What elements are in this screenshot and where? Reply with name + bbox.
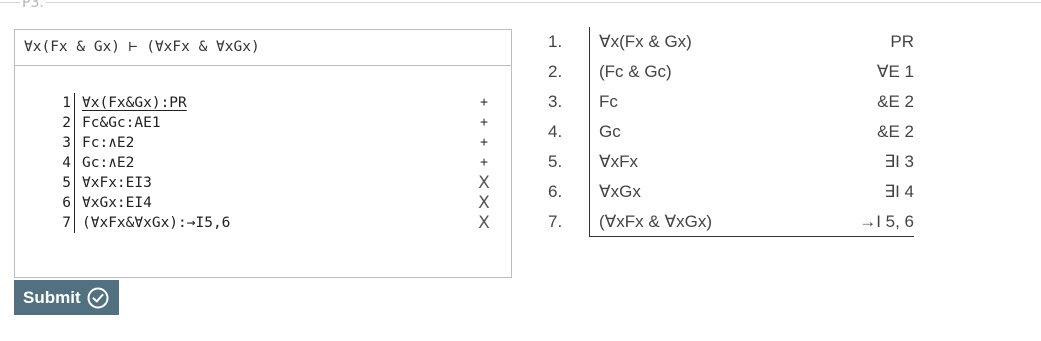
proof-bar <box>74 153 75 173</box>
proof-line[interactable]: 4 Gc:∧E2 + <box>15 153 511 173</box>
line-number: 2 <box>62 115 71 131</box>
rendered-line-number: 7. <box>548 212 563 231</box>
proof-bar <box>74 213 75 233</box>
proof-bar <box>74 113 75 133</box>
rendered-line-number: 5. <box>548 152 563 171</box>
line-number: 4 <box>62 155 71 171</box>
rendered-formula: Gc <box>599 122 621 141</box>
line-text[interactable]: ∀x(Fx&Gx):PR <box>82 93 187 113</box>
valid-mark-icon: + <box>480 155 488 170</box>
rendered-justification: ∀E 1 <box>876 62 914 81</box>
rendered-formula: ∀xFx <box>599 152 639 171</box>
valid-mark-icon: + <box>480 135 488 150</box>
proof-line[interactable]: 2 Fc&Gc:AE1 + <box>15 113 511 133</box>
proof-line[interactable]: 5 ∀xFx:EI3 X <box>15 173 511 193</box>
rendered-justification: &E 2 <box>877 92 914 111</box>
rendered-formula: (∀xFx & ∀xGx) <box>599 212 712 231</box>
rendered-formula: ∀x(Fx & Gx) <box>599 32 692 51</box>
rendered-line: 4. Gc &E 2 <box>540 117 920 147</box>
submit-button[interactable]: Submit <box>14 280 119 315</box>
rendered-formula: Fc <box>599 92 618 111</box>
line-text[interactable]: Fc&Gc:AE1 <box>82 113 161 133</box>
fieldset-border <box>0 2 1041 3</box>
rendered-line: 1. ∀x(Fx & Gx) PR <box>540 27 920 57</box>
line-text[interactable]: Gc:∧E2 <box>82 153 134 173</box>
line-text[interactable]: (∀xFx&∀xGx):→I5,6 <box>82 213 230 233</box>
submit-label: Submit <box>23 287 81 307</box>
check-circle-icon <box>87 287 109 309</box>
rendered-line: 7. (∀xFx & ∀xGx) →I 5, 6 <box>540 207 920 237</box>
rendered-line-number: 1. <box>548 32 563 51</box>
proof-bar <box>74 93 75 113</box>
problem-label: P3. <box>20 0 46 10</box>
rendered-formula: ∀xGx <box>599 182 641 201</box>
proof-line[interactable]: 6 ∀xGx:EI4 X <box>15 193 511 213</box>
rendered-justification: ∃I 3 <box>884 152 914 171</box>
rendered-line-number: 3. <box>548 92 563 111</box>
rendered-line-number: 2. <box>548 62 563 81</box>
valid-mark-icon: + <box>480 115 488 130</box>
line-number: 6 <box>62 195 71 211</box>
invalid-mark-icon: X <box>478 173 490 193</box>
invalid-mark-icon: X <box>478 193 490 213</box>
rendered-proof: 1. ∀x(Fx & Gx) PR 2. (Fc & Gc) ∀E 1 3. F… <box>540 27 920 237</box>
line-number: 7 <box>62 215 71 231</box>
rendered-line: 5. ∀xFx ∃I 3 <box>540 147 920 177</box>
line-text[interactable]: ∀xGx:EI4 <box>82 193 152 213</box>
rendered-line-number: 6. <box>548 182 563 201</box>
rendered-justification: →I 5, 6 <box>859 212 914 231</box>
rendered-line: 2. (Fc & Gc) ∀E 1 <box>540 57 920 87</box>
sequent-field[interactable]: ∀x(Fx & Gx) ⊢ (∀xFx & ∀xGx) <box>15 30 511 66</box>
proof-input[interactable]: 1 ∀x(Fx&Gx):PR + 2 Fc&Gc:AE1 + 3 Fc:∧E2 … <box>15 93 511 233</box>
proof-line[interactable]: 3 Fc:∧E2 + <box>15 133 511 153</box>
proof-editor[interactable]: ∀x(Fx & Gx) ⊢ (∀xFx & ∀xGx) 1 ∀x(Fx&Gx):… <box>14 29 512 278</box>
proof-line[interactable]: 7 (∀xFx&∀xGx):→I5,6 X <box>15 213 511 233</box>
invalid-mark-icon: X <box>478 213 490 233</box>
rendered-line-number: 4. <box>548 122 563 141</box>
proof-bar <box>74 173 75 193</box>
proof-line[interactable]: 1 ∀x(Fx&Gx):PR + <box>15 93 511 113</box>
line-number: 1 <box>62 95 71 111</box>
rendered-line: 3. Fc &E 2 <box>540 87 920 117</box>
proof-bar <box>74 133 75 153</box>
rendered-justification: PR <box>890 32 914 51</box>
rendered-justification: &E 2 <box>877 122 914 141</box>
line-number: 5 <box>62 175 71 191</box>
line-text[interactable]: ∀xFx:EI3 <box>82 173 152 193</box>
proof-bar <box>74 193 75 213</box>
line-number: 3 <box>62 135 71 151</box>
rendered-justification: ∃I 4 <box>884 182 914 201</box>
rendered-line: 6. ∀xGx ∃I 4 <box>540 177 920 207</box>
line-text[interactable]: Fc:∧E2 <box>82 133 134 153</box>
valid-mark-icon: + <box>480 95 488 110</box>
rendered-formula: (Fc & Gc) <box>599 62 672 81</box>
